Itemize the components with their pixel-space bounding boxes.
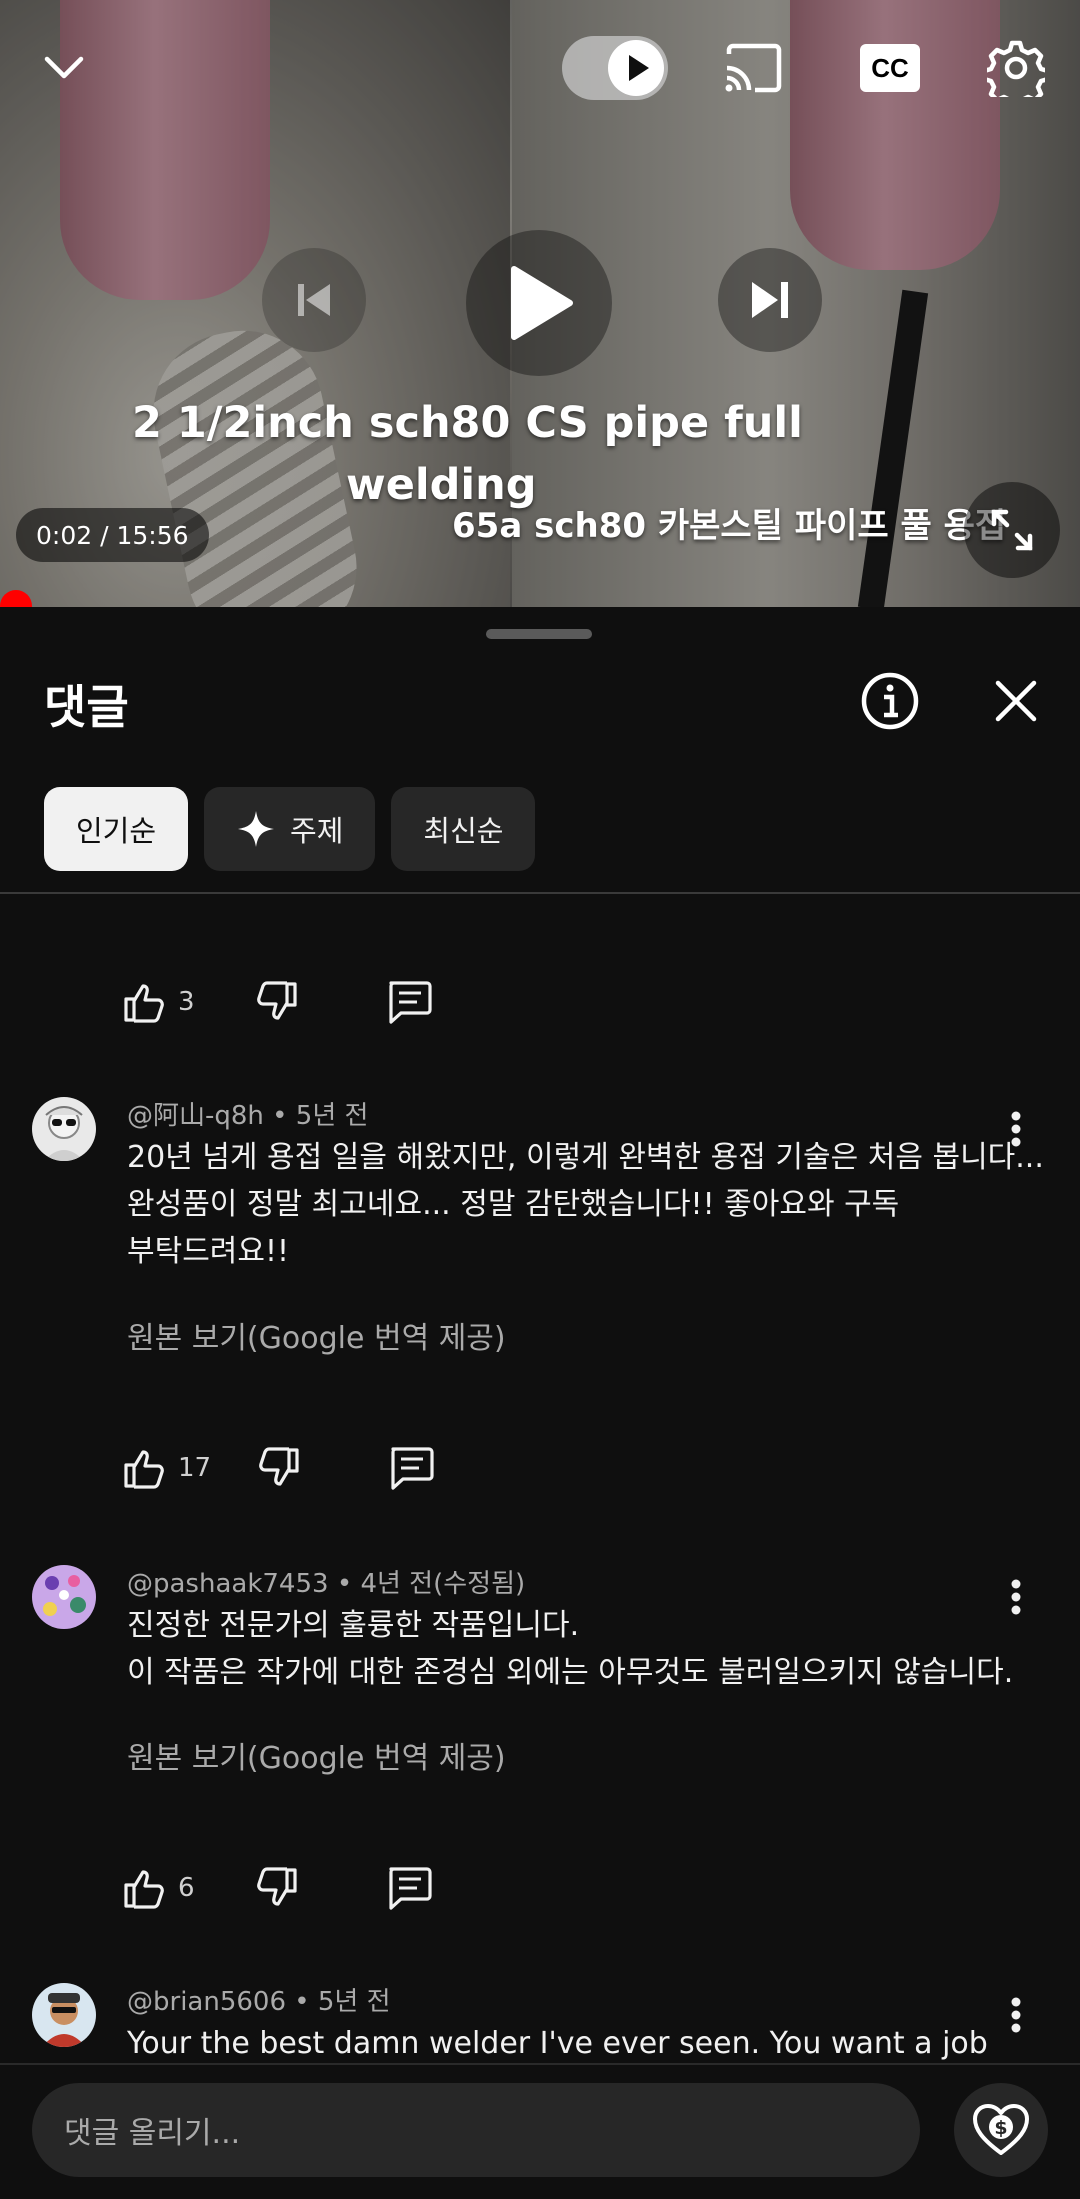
comment-line: 부탁드려요!!	[127, 1234, 290, 1269]
comment-time: 4년 전(수정됨)	[360, 1569, 526, 1599]
dislike-button[interactable]	[255, 1866, 299, 1910]
comment-meta: @brian5606 • 5년 전	[127, 1987, 391, 2017]
chips-divider	[0, 892, 1080, 894]
chip-newest[interactable]: 최신순	[391, 787, 536, 871]
comment-text: Your the best damn welder I've ever seen…	[127, 2020, 1007, 2063]
view-original-link[interactable]: 원본 보기(Google 번역 제공)	[127, 1313, 506, 1357]
captions-cc-icon[interactable]: CC	[852, 30, 928, 106]
chip-topics[interactable]: 주제	[204, 787, 376, 871]
super-thanks-heart-dollar-icon: $	[973, 2104, 1029, 2155]
comment-time: 5년 전	[317, 1987, 391, 2017]
play-icon	[511, 266, 573, 340]
reply-button[interactable]	[385, 979, 433, 1025]
comment-text: 진정한 전문가의 훌륭한 작품입니다. 이 작품은 작가에 대한 존경심 외에는…	[127, 1602, 1014, 1696]
autoplay-play-icon	[608, 40, 664, 96]
more-options-icon[interactable]	[994, 1567, 1038, 1627]
thumbs-up-icon	[124, 984, 164, 1023]
svg-text:$: $	[994, 2117, 1007, 2139]
close-icon[interactable]	[978, 663, 1054, 739]
avatar[interactable]	[32, 1097, 96, 1161]
thumbs-down-icon	[259, 1447, 299, 1486]
avatar[interactable]	[32, 1983, 96, 2047]
comment-actions: 6	[122, 1865, 433, 1911]
like-button[interactable]: 6	[122, 1866, 195, 1910]
reply-button[interactable]	[385, 1865, 433, 1911]
chip-popular[interactable]: 인기순	[44, 787, 189, 871]
comment-actions: 17	[122, 1445, 435, 1491]
thumbs-up-icon	[124, 1450, 164, 1489]
comment-meta: @pashaak7453 • 4년 전(수정됨)	[127, 1569, 526, 1599]
comment-actions: 3	[122, 979, 433, 1025]
next-video-button[interactable]	[718, 248, 822, 352]
play-button[interactable]	[466, 230, 612, 376]
dislike-button[interactable]	[255, 980, 299, 1024]
comment-text: 20년 넘게 용접 일을 해왔지만, 이렇게 완벽한 용접 기술은 처음 봅니다…	[127, 1134, 1044, 1275]
like-count: 6	[178, 1873, 195, 1903]
autoplay-toggle[interactable]	[562, 36, 668, 100]
skip-previous-icon	[298, 284, 330, 316]
sparkle-icon	[238, 811, 275, 847]
info-icon[interactable]	[852, 663, 928, 739]
like-button[interactable]: 3	[122, 980, 195, 1024]
drag-handle[interactable]	[486, 629, 592, 639]
more-options-icon[interactable]	[994, 1099, 1038, 1159]
like-count: 3	[178, 987, 195, 1017]
reply-button[interactable]	[387, 1445, 435, 1491]
comment-line: 20년 넘게 용접 일을 해왔지만, 이렇게 완벽한 용접 기술은 처음 봅니다…	[127, 1140, 1044, 1175]
video-time: 0:02 / 15:56	[16, 508, 209, 562]
chip-newest-label: 최신순	[423, 814, 504, 848]
comment-sort-chips: 인기순 주제 최신순	[44, 787, 536, 871]
cc-label: CC	[860, 44, 920, 92]
comment-line: 이 작품은 작가에 대한 존경심 외에는 아무것도 불러일으키지 않습니다.	[127, 1655, 1014, 1690]
reply-comment-icon	[388, 981, 432, 1024]
cast-icon[interactable]	[716, 30, 792, 106]
comment-item: @brian5606 • 5년 전 Your the best damn wel…	[0, 1983, 1080, 2063]
reply-comment-icon	[391, 1447, 434, 1490]
comments-panel: 댓글 인기순 주제 최신순 3 @阿山-q8h • 5년 전 20년 넘게 용접…	[0, 607, 1080, 2199]
video-title-korean: 65a sch80 카본스틸 파이프 풀 용접	[452, 506, 1007, 546]
settings-gear-icon[interactable]	[978, 30, 1054, 106]
comment-line: Your the best damn welder I've ever seen…	[127, 2026, 988, 2061]
minimize-chevron-icon[interactable]	[26, 30, 102, 106]
reply-comment-icon	[388, 1867, 432, 1910]
comment-author[interactable]: @pashaak7453	[127, 1569, 329, 1599]
fullscreen-expand-icon	[991, 509, 1033, 551]
view-original-link[interactable]: 원본 보기(Google 번역 제공)	[127, 1733, 506, 1777]
comment-author[interactable]: @brian5606	[127, 1987, 286, 2017]
comment-author[interactable]: @阿山-q8h	[127, 1101, 264, 1131]
comment-meta: @阿山-q8h • 5년 전	[127, 1101, 369, 1131]
dislike-button[interactable]	[257, 1446, 301, 1490]
super-thanks-button[interactable]: $	[954, 2083, 1048, 2177]
thumbs-down-icon	[256, 981, 297, 1020]
video-player[interactable]: 2 1/2inch sch80 CS pipe full welding 65a…	[0, 0, 1080, 607]
comment-line: 진정한 전문가의 훌륭한 작품입니다.	[127, 1608, 580, 1643]
like-button[interactable]: 17	[122, 1446, 211, 1490]
skip-next-icon	[752, 282, 788, 318]
chip-popular-label: 인기순	[76, 814, 157, 848]
thumbs-up-icon	[124, 1870, 164, 1909]
comments-title: 댓글	[44, 680, 129, 734]
avatar[interactable]	[32, 1565, 96, 1629]
like-count: 17	[178, 1453, 212, 1483]
chip-topics-label: 주제	[290, 814, 344, 848]
more-options-icon[interactable]	[994, 1985, 1038, 2045]
thumbs-down-icon	[256, 1867, 297, 1906]
comment-line: 완성품이 정말 최고네요... 정말 감탄했습니다!! 좋아요와 구독	[127, 1187, 900, 1222]
comment-input-bar: 댓글 올리기... $	[0, 2063, 1080, 2199]
video-title-line-1: 2 1/2inch sch80 CS pipe full	[132, 398, 803, 448]
comment-time: 5년 전	[295, 1101, 369, 1131]
previous-video-button[interactable]	[262, 248, 366, 352]
fullscreen-button[interactable]	[964, 482, 1060, 578]
add-comment-input[interactable]: 댓글 올리기...	[32, 2083, 920, 2177]
